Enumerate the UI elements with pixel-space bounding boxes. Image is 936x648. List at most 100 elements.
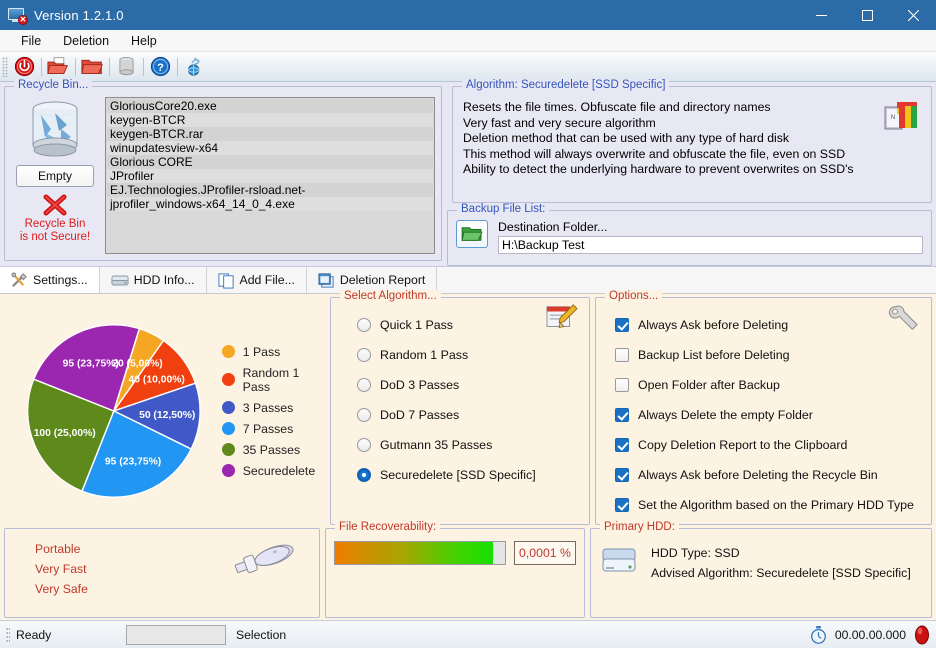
radio-label: Random 1 Pass bbox=[380, 348, 469, 362]
checkbox-backup-list-before-deleting[interactable]: Backup List before Deleting bbox=[602, 340, 925, 370]
checkbox-open-folder-after-backup[interactable]: Open Folder after Backup bbox=[602, 370, 925, 400]
timer-value: 00.00.00.000 bbox=[834, 627, 906, 642]
recoverability-row: 0,0001 % bbox=[334, 541, 576, 565]
list-item[interactable]: keygen-BTCR.rar bbox=[107, 127, 433, 141]
list-item[interactable]: GloriousCore20.exe bbox=[107, 99, 433, 113]
recycle-bin-warning: Recycle Bin is not Secure! bbox=[20, 218, 90, 244]
radio-button-icon bbox=[357, 408, 371, 422]
open-folder-file-icon[interactable] bbox=[45, 54, 72, 80]
lower-bottom-row: Portable Very Fast Very Safe File Recove… bbox=[4, 521, 932, 618]
legend-label: 1 Pass bbox=[242, 344, 281, 359]
folder-icon[interactable] bbox=[79, 54, 106, 80]
toolbar-grip[interactable] bbox=[2, 56, 8, 77]
add-file-icon bbox=[217, 272, 234, 289]
legend-label: 7 Passes bbox=[242, 421, 294, 436]
open-folder-green-icon[interactable] bbox=[456, 220, 488, 248]
checkbox-label: Always Ask before Deleting bbox=[638, 318, 789, 332]
primary-hdd-title: Primary HDD: bbox=[600, 521, 679, 533]
status-text: Ready bbox=[16, 627, 52, 642]
checkbox-label: Always Ask before Deleting the Recycle B… bbox=[638, 468, 878, 482]
radio-dod-3-passes[interactable]: DoD 3 Passes bbox=[337, 370, 583, 400]
radio-random-1-pass[interactable]: Random 1 Pass bbox=[337, 340, 583, 370]
pie-slice-label: 50 (12,50%) bbox=[139, 410, 195, 421]
checkbox-label: Copy Deletion Report to the Clipboard bbox=[638, 438, 848, 452]
checkbox-icon bbox=[615, 348, 629, 362]
checkbox-icon-checked bbox=[615, 438, 629, 452]
radio-button-icon bbox=[357, 378, 371, 392]
portable-line: Portable bbox=[35, 542, 81, 556]
destination-folder-label: Destination Folder... bbox=[498, 220, 608, 234]
tab-add-file[interactable]: Add File... bbox=[207, 267, 307, 293]
recycle-bin-file-list[interactable]: GloriousCore20.exe keygen-BTCR keygen-BT… bbox=[105, 97, 435, 254]
primary-hdd-lines: HDD Type: SSD Advised Algorithm: Secured… bbox=[651, 541, 911, 613]
algorithm-info-title: Algorithm: Securedelete [SSD Specific] bbox=[462, 79, 670, 91]
menu-deletion[interactable]: Deletion bbox=[52, 32, 120, 50]
pie-slice-label: 40 (10,00%) bbox=[129, 375, 185, 386]
maximize-button[interactable] bbox=[844, 0, 890, 30]
tab-hdd-info[interactable]: HDD Info... bbox=[100, 267, 207, 293]
close-button[interactable] bbox=[890, 0, 936, 30]
tab-strip: Settings... HDD Info... Add File... Dele… bbox=[0, 267, 936, 294]
menu-file[interactable]: File bbox=[10, 32, 52, 50]
red-indicator-icon[interactable] bbox=[914, 625, 930, 645]
list-item[interactable]: JProfiler bbox=[107, 169, 433, 183]
toolbar-separator bbox=[143, 57, 144, 76]
lower-top-row: 20 (5,00%) 40 (10,00%) 50 (12,50%) 95 (23,7… bbox=[4, 290, 932, 525]
hard-disk-icon bbox=[599, 541, 641, 613]
algorithm-flag-icon: N bbox=[881, 99, 921, 140]
list-item[interactable]: Glorious CORE bbox=[107, 155, 433, 169]
hdd-type-line: HDD Type: SSD bbox=[651, 546, 740, 560]
tools-wrench-screwdriver-icon bbox=[11, 271, 27, 287]
toolbar-separator bbox=[41, 57, 42, 76]
recoverability-value: 0,0001 % bbox=[514, 541, 576, 565]
toolbar-separator bbox=[75, 57, 76, 76]
legend-color-swatch bbox=[221, 373, 235, 386]
empty-recycle-bin-button[interactable]: Empty bbox=[16, 165, 94, 187]
power-icon[interactable] bbox=[11, 54, 38, 80]
backup-fields: Destination Folder... bbox=[498, 220, 923, 254]
legend-color-swatch bbox=[221, 422, 235, 435]
checkbox-icon-checked bbox=[615, 408, 629, 422]
checkbox-icon-checked bbox=[615, 468, 629, 482]
list-item[interactable]: winupdatesview-x64 bbox=[107, 141, 433, 155]
list-item[interactable]: keygen-BTCR bbox=[107, 113, 433, 127]
globe-web-icon[interactable] bbox=[181, 54, 208, 80]
trash-can-icon[interactable] bbox=[113, 54, 140, 80]
destination-folder-input[interactable] bbox=[498, 236, 923, 254]
empty-button-label: Empty bbox=[37, 169, 72, 183]
radio-securedelete-ssd-specific[interactable]: Securedelete [SSD Specific] bbox=[337, 460, 583, 490]
legend-item: 3 Passes bbox=[221, 400, 330, 415]
status-bar: Ready Selection 00.00.00.000 bbox=[0, 620, 936, 648]
legend-item: 35 Passes bbox=[221, 442, 330, 457]
tab-hdd-info-label: HDD Info... bbox=[133, 273, 195, 287]
options-group: Options... Always Ask before Deleting Ba… bbox=[595, 290, 932, 525]
checkbox-always-ask-before-deleting[interactable]: Always Ask before Deleting bbox=[602, 310, 925, 340]
radio-label: DoD 3 Passes bbox=[380, 378, 460, 392]
radio-dod-7-passes[interactable]: DoD 7 Passes bbox=[337, 400, 583, 430]
checkbox-copy-deletion-report-to-the-clipboard[interactable]: Copy Deletion Report to the Clipboard bbox=[602, 430, 925, 460]
list-item[interactable]: EJ.Technologies.JProfiler-rsload.net- bbox=[107, 183, 433, 197]
minimize-button[interactable] bbox=[798, 0, 844, 30]
checkbox-set-the-algorithm-based-on-the-primary-hdd-type[interactable]: Set the Algorithm based on the Primary H… bbox=[602, 490, 925, 520]
checkbox-always-delete-the-empty-folder[interactable]: Always Delete the empty Folder bbox=[602, 400, 925, 430]
help-question-icon[interactable]: ? bbox=[147, 54, 174, 80]
portable-line: Very Safe bbox=[35, 582, 88, 596]
checkbox-always-ask-before-deleting-the-recycle-bin[interactable]: Always Ask before Deleting the Recycle B… bbox=[602, 460, 925, 490]
radio-gutmann-35-passes[interactable]: Gutmann 35 Passes bbox=[337, 430, 583, 460]
legend-label: 35 Passes bbox=[242, 442, 301, 457]
tab-settings[interactable]: Settings... bbox=[0, 267, 100, 293]
pie-slice-label: 95 (23,75%) bbox=[63, 358, 119, 369]
menu-help[interactable]: Help bbox=[120, 32, 168, 50]
upper-pane: Recycle Bin... Empty Recycle Bin is not … bbox=[0, 79, 936, 267]
stopwatch-icon bbox=[810, 625, 826, 644]
algorithm-description: Resets the file times. Obfuscate file an… bbox=[459, 97, 925, 178]
legend-label: 3 Passes bbox=[242, 400, 294, 415]
legend-label: Random 1 Pass bbox=[242, 365, 300, 394]
backup-group-title: Backup File List: bbox=[457, 203, 550, 215]
title-bar: ✕ Version 1.2.1.0 bbox=[0, 0, 936, 30]
list-item[interactable]: jprofiler_windows-x64_14_0_4.exe bbox=[107, 197, 433, 211]
radio-label: Gutmann 35 Passes bbox=[380, 438, 493, 452]
algorithm-usage-chart: 20 (5,00%) 40 (10,00%) 50 (12,50%) 95 (23,7… bbox=[4, 297, 330, 525]
legend-item: 7 Passes bbox=[221, 421, 330, 436]
algorithm-line: Resets the file times. Obfuscate file an… bbox=[463, 100, 771, 114]
